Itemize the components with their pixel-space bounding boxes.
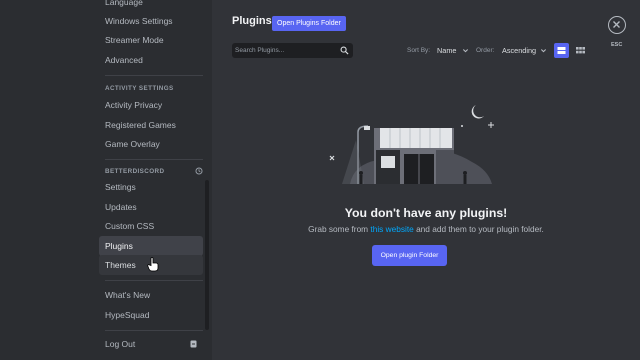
sidebar-divider [105,75,203,76]
grid-view-button[interactable] [573,43,588,58]
sidebar-divider [105,280,203,281]
sidebar-item-activity-privacy[interactable]: Activity Privacy [99,95,203,115]
grid-view-icon [576,47,585,54]
logout-label: Log Out [105,339,136,349]
empty-state-title: You don't have any plugins! [344,206,508,220]
settings-sidebar: Language Windows Settings Streamer Mode … [0,0,212,360]
logout-icon [190,340,197,348]
subtitle-text-before: Grab some from [308,224,371,234]
list-view-icon [557,47,566,54]
empty-state-subtitle: Grab some from this website and add them… [212,224,640,234]
order-select[interactable]: Ascending [502,46,536,55]
plugins-content: Plugins Open Plugins Folder Sort By: Nam… [212,0,640,360]
sidebar-item-registered-games[interactable]: Registered Games [99,115,203,135]
sidebar-item-windows-settings[interactable]: Windows Settings [99,11,203,31]
page-title: Plugins [232,15,272,27]
sidebar-item-advanced[interactable]: Advanced [99,50,203,70]
sidebar-item-hypesquad[interactable]: HypeSquad [99,305,203,325]
subtitle-text-after: and add them to your plugin folder. [413,224,544,234]
sidebar-item-settings[interactable]: Settings [99,177,203,197]
sidebar-item-game-overlay[interactable]: Game Overlay [99,134,203,154]
sidebar-header-activity: ACTIVITY SETTINGS [105,85,174,92]
sidebar-divider [105,159,203,160]
open-plugin-folder-button[interactable]: Open plugin Folder [372,245,447,266]
search-icon [340,46,349,55]
order-label: Order: [476,47,495,54]
list-view-button[interactable] [554,43,569,58]
sidebar-item-updates[interactable]: Updates [99,197,203,217]
sidebar-item-custom-css[interactable]: Custom CSS [99,216,203,236]
empty-store-illustration [329,105,494,184]
sidebar-item-logout[interactable]: Log Out [99,334,203,354]
esc-label: ESC [611,42,623,48]
sort-by-label: Sort By: [407,47,431,54]
sidebar-item-streamer-mode[interactable]: Streamer Mode [99,30,203,50]
sidebar-item-plugins[interactable]: Plugins [99,236,203,256]
sidebar-scrollbar[interactable] [205,180,209,330]
chevron-down-icon[interactable] [462,47,469,54]
close-button[interactable] [608,16,626,34]
sort-by-select[interactable]: Name [437,46,456,55]
close-icon [613,21,620,28]
search-box [232,43,353,58]
chevron-down-icon[interactable] [540,47,547,54]
sidebar-item-whats-new[interactable]: What's New [99,285,203,305]
website-link[interactable]: this website [370,224,413,234]
sidebar-divider [105,330,203,331]
search-input[interactable] [235,43,335,58]
sidebar-header-betterdiscord: BETTERDISCORD [105,168,165,175]
history-icon[interactable] [195,167,203,175]
open-plugins-folder-button[interactable]: Open Plugins Folder [272,16,346,31]
cursor-icon [147,257,159,272]
